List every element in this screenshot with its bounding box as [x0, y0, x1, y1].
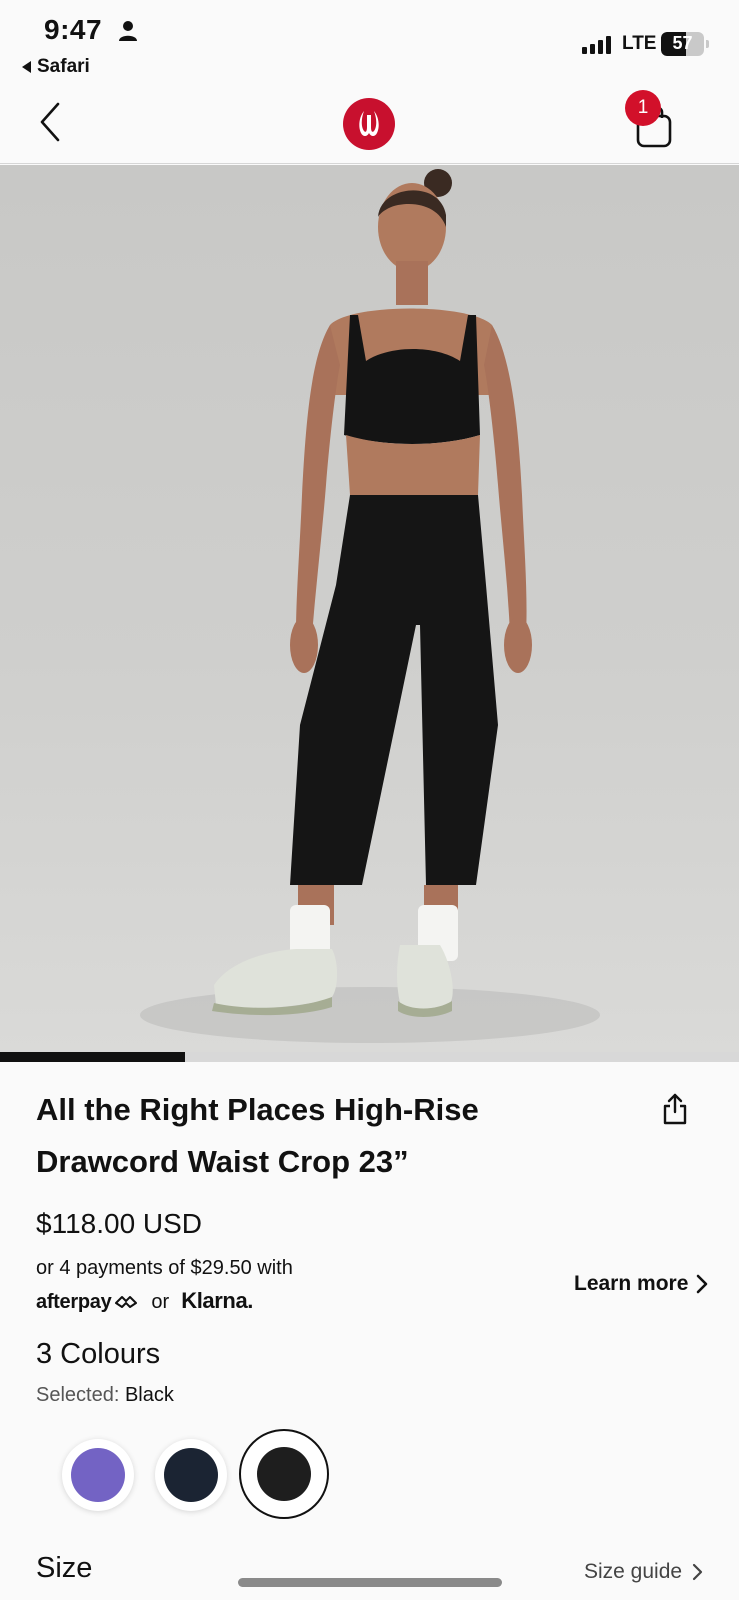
battery-percent: 57 [672, 33, 693, 53]
product-price: $118.00 USD [36, 1208, 203, 1239]
network-type: LTE [622, 33, 657, 54]
colours-heading: 3 Colours [36, 1338, 161, 1370]
person-icon [119, 21, 137, 41]
carousel-progress-bar [0, 1052, 185, 1062]
back-to-safari[interactable]: Safari [22, 56, 90, 78]
back-triangle-icon [22, 61, 31, 73]
afterpay-logo: afterpay [36, 1291, 112, 1313]
chevron-right-icon [692, 1563, 703, 1581]
status-bar: 9:47 Safari LTE 57 [0, 0, 739, 84]
swatch-dot [164, 1448, 218, 1502]
share-icon[interactable] [660, 1092, 690, 1126]
afterpay-arrows-icon [115, 1296, 138, 1308]
learn-more-link[interactable]: Learn more [574, 1272, 708, 1296]
payment-providers: afterpay or Klarna. [36, 1288, 253, 1314]
colour-swatch-navy[interactable] [155, 1439, 227, 1511]
status-time: 9:47 [44, 14, 103, 45]
learn-more-label: Learn more [574, 1272, 689, 1295]
chevron-left-icon [40, 102, 60, 142]
size-guide-link[interactable]: Size guide [584, 1560, 703, 1584]
or-text: or [151, 1291, 170, 1313]
swatch-dot [257, 1447, 311, 1501]
battery-icon: 57 [661, 32, 704, 56]
product-title-line1: All the Right Places High-Rise [36, 1092, 479, 1127]
signal-icon [582, 36, 611, 54]
chevron-right-icon [697, 1274, 708, 1294]
size-guide-label: Size guide [584, 1560, 683, 1583]
model-photo [140, 169, 600, 1043]
product-title-line2: Drawcord Waist Crop 23” [36, 1144, 409, 1179]
home-indicator[interactable] [238, 1578, 502, 1587]
size-heading: Size [36, 1552, 93, 1584]
selected-colour: Selected: Black [36, 1384, 174, 1407]
lululemon-logo-icon [359, 111, 379, 136]
swatch-dot [71, 1448, 125, 1502]
back-app-label: Safari [37, 56, 90, 77]
back-button[interactable] [30, 98, 70, 146]
product-title: All the Right Places High-Rise Drawcord … [36, 1084, 576, 1188]
colour-swatch-purple[interactable] [62, 1439, 134, 1511]
brand-logo[interactable] [343, 98, 395, 150]
selected-value: Black [124, 1384, 174, 1406]
selected-label: Selected: [36, 1384, 120, 1406]
carousel-progress-track [0, 1052, 739, 1062]
battery-tip [706, 40, 709, 48]
installments-text: or 4 payments of $29.50 with [36, 1257, 293, 1279]
cart-count-badge: 1 [625, 90, 661, 126]
product-image[interactable] [0, 165, 739, 1062]
top-nav: 1 [0, 84, 739, 164]
colour-swatch-black[interactable] [239, 1429, 329, 1519]
klarna-logo: Klarna. [181, 1288, 254, 1313]
